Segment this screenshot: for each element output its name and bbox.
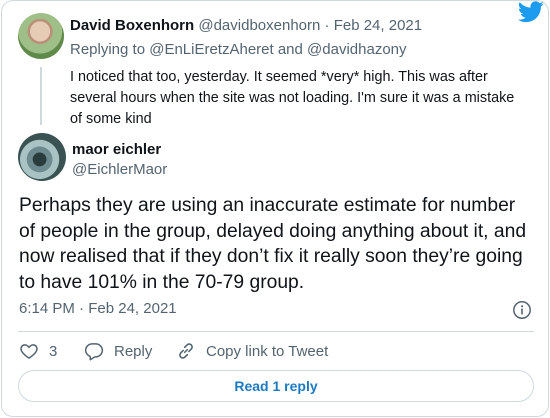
tweet-time[interactable]: 6:14 PM — [19, 300, 75, 317]
like-count: 3 — [49, 342, 58, 360]
thread-connector-line — [40, 67, 42, 125]
embedded-tweet-card: David Boxenhorn @davidboxenhorn · Feb 24… — [1, 0, 549, 417]
main-author-avatar[interactable] — [18, 133, 66, 181]
twitter-bird-icon[interactable] — [518, 1, 544, 23]
replying-to-user-2[interactable]: @davidhazony — [307, 41, 406, 58]
parent-tweet[interactable]: David Boxenhorn @davidboxenhorn · Feb 24… — [18, 11, 538, 127]
heart-icon — [20, 344, 38, 359]
link-icon — [179, 343, 193, 359]
parent-tweet-text: I noticed that too, yesterday. It seemed… — [70, 69, 515, 127]
reply-label: Reply — [114, 342, 153, 360]
read-replies-button[interactable]: Read 1 reply — [18, 370, 534, 402]
copy-link-label: Copy link to Tweet — [206, 342, 329, 360]
tweet-date[interactable]: Feb 24, 2021 — [88, 300, 176, 317]
replying-to-prefix: Replying to — [70, 41, 146, 58]
parent-tweet-date[interactable]: Feb 24, 2021 — [334, 17, 422, 34]
info-icon[interactable] — [512, 300, 532, 320]
replying-to-line: Replying to @EnLiEretzAheret and @davidh… — [70, 41, 407, 58]
reply-action[interactable]: Reply — [84, 339, 152, 363]
actions-divider — [18, 331, 534, 332]
copy-link-action[interactable]: Copy link to Tweet — [176, 339, 328, 363]
header-separator: · — [324, 17, 330, 34]
like-action[interactable]: 3 — [19, 339, 57, 363]
parent-author-avatar[interactable] — [18, 13, 64, 59]
parent-author-name[interactable]: David Boxenhorn — [70, 17, 194, 34]
parent-tweet-header: David Boxenhorn @davidboxenhorn · Feb 24… — [70, 17, 422, 34]
replying-to-user-1[interactable]: @EnLiEretzAheret — [149, 41, 273, 58]
main-tweet-timestamp[interactable]: 6:14 PM · Feb 24, 2021 — [19, 300, 177, 317]
parent-author-handle[interactable]: @davidboxenhorn — [198, 17, 320, 34]
timestamp-separator: · — [79, 300, 85, 317]
main-author-handle[interactable]: @EichlerMaor — [72, 161, 167, 178]
main-tweet-author[interactable]: maor eichler @EichlerMaor — [18, 133, 498, 185]
speech-bubble-icon — [84, 343, 104, 361]
main-author-name[interactable]: maor eichler — [72, 141, 161, 158]
main-tweet-text: Perhaps they are using an inaccurate est… — [19, 195, 527, 293]
replying-to-and: and — [277, 41, 303, 58]
